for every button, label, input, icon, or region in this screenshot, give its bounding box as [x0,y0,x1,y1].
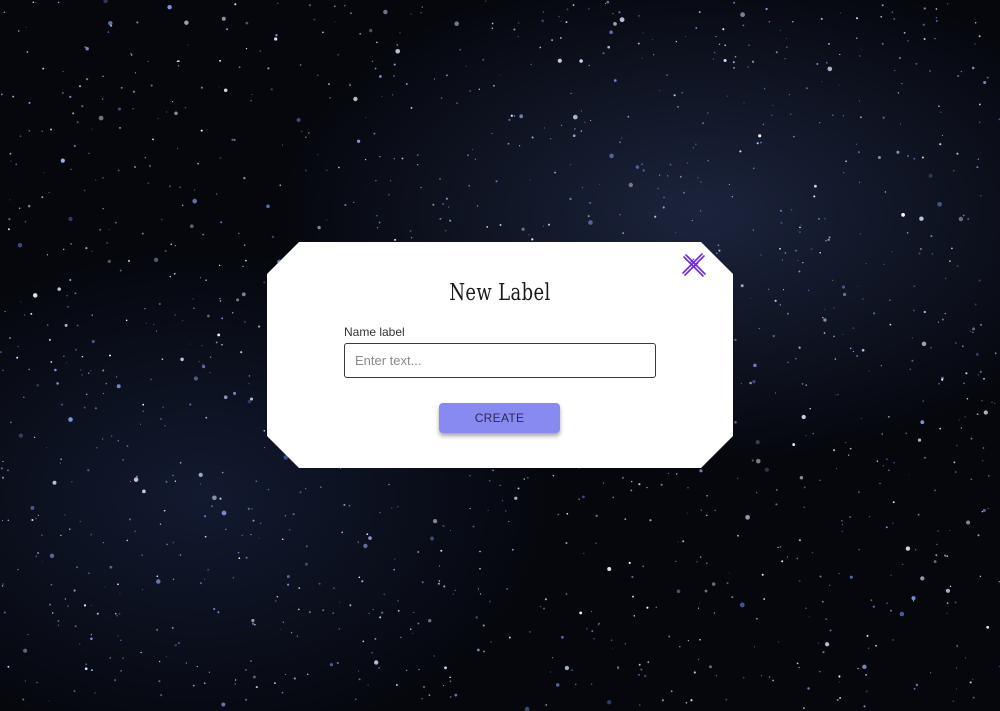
close-button[interactable] [680,252,708,280]
name-label-caption: Name label [344,325,405,339]
close-icon [680,252,708,280]
name-label-input[interactable] [344,343,656,378]
create-button[interactable]: CREATE [439,403,560,433]
new-label-dialog: New Label Name label CREATE [267,242,733,468]
dialog-title: New Label [449,280,551,306]
